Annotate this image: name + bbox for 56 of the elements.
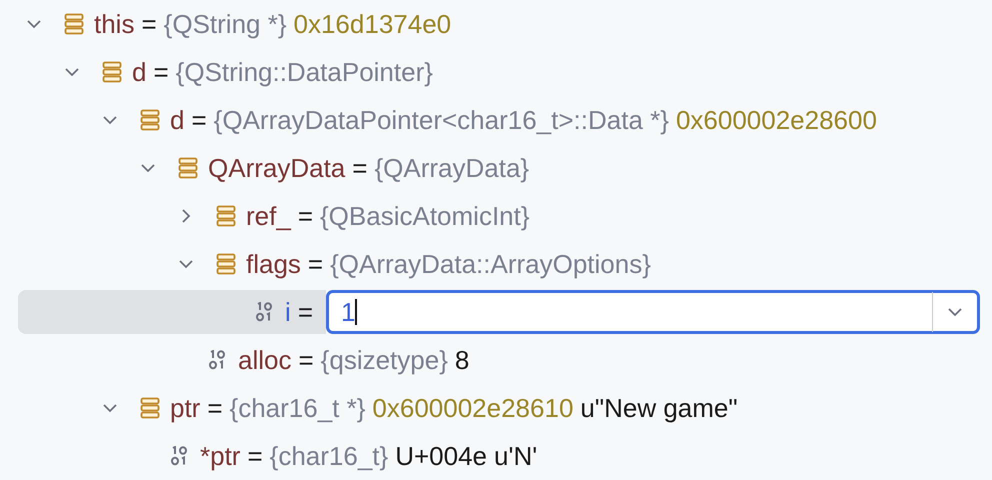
- tree-row[interactable]: *ptr = {char16_t} U+004e u'N': [0, 432, 992, 480]
- variable-type: {QArrayData}: [374, 152, 530, 184]
- stack-icon: [140, 108, 160, 132]
- equals-sign: =: [308, 248, 324, 280]
- tree-row[interactable]: QArrayData = {QArrayData}: [0, 144, 992, 192]
- stack-icon: [140, 396, 160, 420]
- variable-name: d: [170, 104, 184, 136]
- variable-type: {QString::DataPointer}: [176, 56, 433, 88]
- variable-name: ref_: [246, 200, 291, 232]
- variable-type: {char16_t *}: [230, 392, 366, 424]
- variable-name: d: [132, 56, 146, 88]
- variable-name: QArrayData: [208, 152, 346, 184]
- variable-value: u'N': [494, 440, 538, 472]
- equals-sign: =: [191, 104, 207, 136]
- variable-name: flags: [246, 248, 301, 280]
- variable-value: U+004e: [395, 440, 488, 472]
- variable-type: {QBasicAtomicInt}: [320, 200, 530, 232]
- variable-name: alloc: [238, 344, 292, 376]
- variable-value: u"New game": [580, 392, 738, 424]
- equals-sign: =: [352, 152, 368, 184]
- tree-row[interactable]: ref_ = {QBasicAtomicInt}: [0, 192, 992, 240]
- variable-name: *ptr: [200, 440, 240, 472]
- binary-icon: [170, 446, 190, 466]
- tree-row[interactable]: ptr = {char16_t *} 0x600002e28610 u"New game": [0, 384, 992, 432]
- variable-value: 0x600002e28610: [372, 392, 574, 424]
- value-input-field[interactable]: 1: [326, 290, 980, 334]
- variable-value: 0x16d1374e0: [294, 8, 452, 40]
- variable-name: this: [94, 8, 134, 40]
- equals-sign: =: [141, 8, 157, 40]
- variable-name: ptr: [170, 392, 200, 424]
- variable-value: 8: [454, 344, 470, 376]
- tree-row[interactable]: this = {QString *} 0x16d1374e0: [0, 0, 992, 48]
- variable-type: {qsizetype}: [320, 344, 448, 376]
- variable-type: {QArrayData::ArrayOptions}: [330, 248, 651, 280]
- stack-icon: [216, 204, 236, 228]
- stack-icon: [102, 60, 122, 84]
- variable-type: {QArrayDataPointer<char16_t>::Data *}: [214, 104, 669, 136]
- tree-row[interactable]: flags = {QArrayData::ArrayOptions}: [0, 240, 992, 288]
- equals-sign: =: [247, 440, 263, 472]
- stack-icon: [216, 252, 236, 276]
- equals-sign: =: [153, 56, 169, 88]
- tree-row[interactable]: alloc = {qsizetype} 8: [0, 336, 992, 384]
- equals-sign: =: [298, 344, 314, 376]
- equals-sign: =: [298, 296, 313, 328]
- variable-type: {char16_t}: [270, 440, 388, 472]
- equals-sign: =: [207, 392, 223, 424]
- variable-type: {QString *}: [164, 8, 287, 40]
- variable-name: i: [285, 296, 291, 328]
- variable-value: 0x600002e28600: [676, 104, 877, 136]
- selected-row[interactable]: i = 1: [0, 288, 992, 336]
- tree-row[interactable]: d = {QArrayDataPointer<char16_t>::Data *} 0x600002e28600: [0, 96, 992, 144]
- stack-icon: [64, 12, 84, 36]
- stack-icon: [178, 156, 198, 180]
- equals-sign: =: [298, 200, 313, 232]
- tree-row[interactable]: d = {QString::DataPointer}: [0, 48, 992, 96]
- binary-icon: [208, 350, 228, 370]
